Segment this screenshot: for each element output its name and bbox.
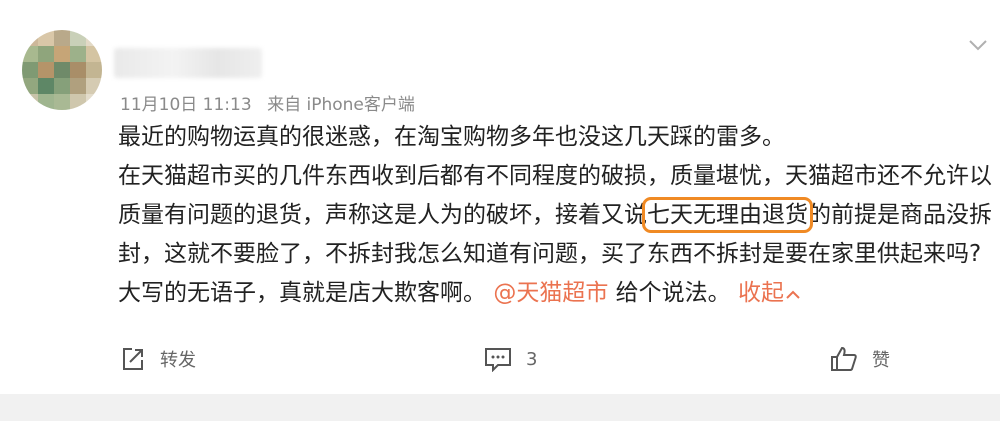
content-line-5-middle: 给个说法。 bbox=[608, 280, 731, 306]
share-icon bbox=[120, 346, 146, 372]
comment-icon bbox=[484, 346, 512, 372]
post-source: 来自 iPhone客户端 bbox=[267, 95, 415, 115]
collapse-label: 收起 bbox=[737, 280, 784, 306]
like-button[interactable]: 赞 bbox=[830, 346, 890, 372]
content-line-3-after: 的前提是商品没拆 bbox=[808, 202, 992, 228]
content-line-1: 最近的购物运真的很迷惑，在淘宝购物多年也没这几天踩的雷多。 bbox=[118, 124, 785, 150]
avatar[interactable] bbox=[22, 30, 102, 110]
like-label: 赞 bbox=[872, 350, 890, 371]
content-line-3-before: 质量有问题的退货，声称这是人为的破坏，接着又说 bbox=[118, 202, 647, 228]
post-content: 最近的购物运真的很迷惑，在淘宝购物多年也没这几天踩的雷多。 在天猫超市买的几件东… bbox=[118, 118, 998, 313]
comment-button[interactable]: 3 bbox=[484, 346, 537, 372]
repost-button[interactable]: 转发 bbox=[120, 346, 196, 372]
collapse-link[interactable]: 收起 bbox=[738, 280, 800, 306]
post-time[interactable]: 11月10日 11:13 bbox=[120, 95, 252, 115]
content-line-2: 在天猫超市买的几件东西收到后都有不同程度的破损，质量堪忧，天猫超市还不允许以 bbox=[118, 163, 992, 189]
chevron-down-icon[interactable] bbox=[966, 34, 990, 54]
content-line-4: 封，这就不要脸了，不拆封我怎么知道有问题，买了东西不拆封是要在家里供起来吗? bbox=[118, 241, 982, 267]
thumbs-up-icon bbox=[830, 346, 858, 372]
username-blurred[interactable] bbox=[114, 48, 262, 78]
mention-link[interactable]: @天猫超市 bbox=[493, 280, 608, 306]
content-line-3: 质量有问题的退货，声称这是人为的破坏，接着又说七天无理由退货的前提是商品没拆 bbox=[118, 196, 998, 235]
content-line-5-before: 大写的无语子，真就是店大欺客啊。 bbox=[118, 280, 486, 306]
highlighted-phrase: 七天无理由退货 bbox=[642, 197, 813, 233]
post-meta: 11月10日 11:13 来自 iPhone客户端 bbox=[120, 90, 415, 115]
post-divider bbox=[0, 394, 1000, 421]
post-actions: 转发 3 赞 bbox=[0, 346, 1000, 376]
content-line-5: 大写的无语子，真就是店大欺客啊。 @天猫超市 给个说法。 收起 bbox=[118, 274, 998, 313]
chevron-up-icon bbox=[786, 275, 800, 314]
repost-label: 转发 bbox=[160, 350, 196, 371]
comment-count: 3 bbox=[526, 348, 538, 370]
